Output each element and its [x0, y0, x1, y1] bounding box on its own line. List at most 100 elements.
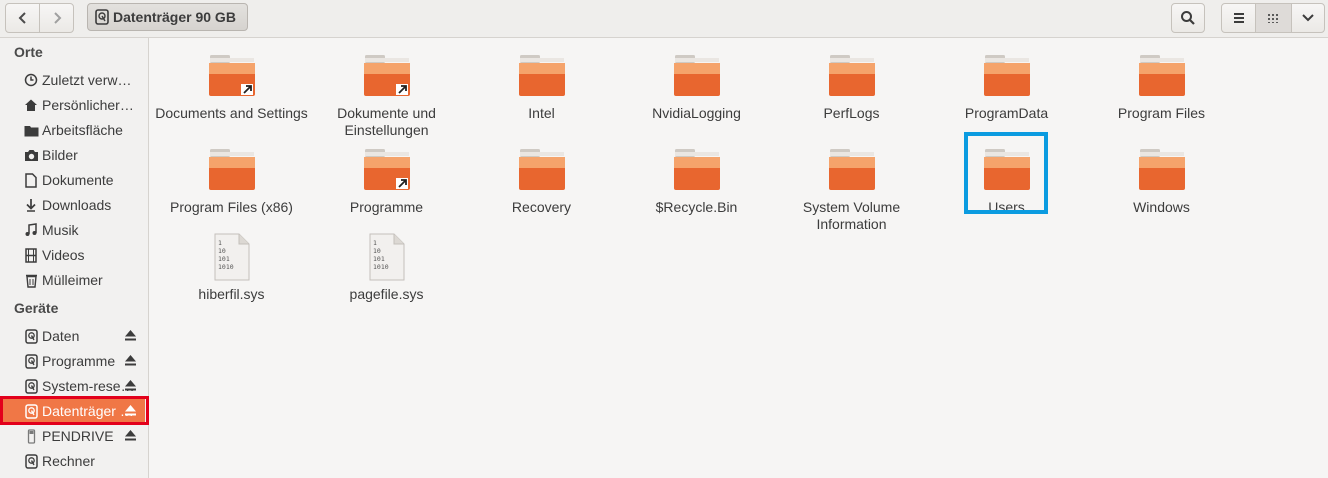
folder-icon — [983, 52, 1031, 100]
usb-icon — [23, 428, 39, 444]
file-item[interactable]: Documents and Settings — [154, 52, 309, 122]
sidebar-device-daten[interactable]: Daten — [3, 324, 145, 348]
chevron-left-icon — [18, 12, 26, 24]
folder-icon — [518, 52, 566, 100]
home-icon — [23, 97, 39, 113]
binary-file-icon: 1 10 101 1010 — [363, 233, 411, 281]
header-bar: Datenträger 90 GB — [0, 0, 1328, 38]
binary-digits-4: 1010 — [218, 263, 234, 271]
search-button[interactable] — [1171, 3, 1205, 33]
binary-digits-3: 101 — [218, 255, 230, 263]
file-item[interactable]: 1 10 101 1010 hiberfil.sys — [154, 233, 309, 303]
file-name: $Recycle.Bin — [655, 199, 738, 215]
file-name: Program Files (x86) — [170, 199, 293, 215]
file-name: Windows — [1133, 199, 1190, 215]
devices-heading: Geräte — [14, 300, 59, 316]
binary-digits-2: 10 — [218, 247, 226, 255]
trash-icon — [23, 272, 39, 288]
forward-button[interactable] — [39, 4, 73, 32]
eject-icon[interactable] — [124, 428, 137, 442]
eject-icon[interactable] — [124, 328, 137, 342]
file-name: NvidiaLogging — [652, 105, 741, 121]
file-name: hiberfil.sys — [198, 286, 265, 302]
file-name: Dokumente und Einstellungen — [337, 105, 436, 138]
view-options-button[interactable] — [1292, 4, 1324, 32]
file-item[interactable]: Intel — [464, 52, 619, 122]
file-item[interactable]: NvidiaLogging — [619, 52, 774, 122]
folder-icon — [673, 146, 721, 194]
file-item[interactable]: Program Files (x86) — [154, 146, 309, 216]
music-icon — [23, 222, 39, 238]
navigation-buttons — [5, 3, 74, 33]
sidebar-item-label: Programme — [42, 353, 116, 369]
view-switcher — [1221, 3, 1325, 33]
chevron-down-icon — [1302, 14, 1314, 22]
document-icon — [23, 172, 39, 188]
drive-icon — [23, 378, 39, 394]
file-name: PerfLogs — [823, 105, 880, 121]
sidebar-device-programme[interactable]: Programme — [3, 349, 145, 373]
sidebar-item-label: Rechner — [42, 453, 95, 469]
grid-view-icon — [1268, 14, 1279, 23]
folder-icon — [518, 146, 566, 194]
file-name: ProgramData — [964, 105, 1049, 121]
sidebar-item-label: Arbeitsfläche — [42, 122, 123, 138]
binary-digits-1: 1 — [373, 239, 377, 247]
sidebar-item-pictures[interactable]: Bilder — [3, 143, 145, 167]
grid-view-button[interactable] — [1256, 4, 1292, 32]
sidebar-device-system-reserved[interactable]: System-reserviert — [3, 374, 145, 398]
file-item[interactable]: 1 10 101 1010 pagefile.sys — [309, 233, 464, 303]
eject-icon[interactable] — [124, 378, 137, 392]
binary-file-icon: 1 10 101 1010 — [208, 233, 256, 281]
places-heading: Orte — [14, 44, 43, 60]
folder-icon — [828, 146, 876, 194]
sidebar-item-downloads[interactable]: Downloads — [3, 193, 145, 217]
folder-icon — [23, 122, 39, 138]
annotation-highlight-box — [964, 132, 1048, 214]
file-view: Documents and Settings Dokumente und Ein… — [149, 38, 1328, 478]
sidebar-item-label: Dokumente — [42, 172, 114, 188]
sidebar-device-computer[interactable]: Rechner — [3, 449, 145, 473]
sidebar-device-pendrive[interactable]: PENDRIVE — [3, 424, 145, 448]
file-item[interactable]: PerfLogs — [774, 52, 929, 122]
drive-icon — [23, 328, 39, 344]
path-bar-button[interactable]: Datenträger 90 GB — [87, 3, 248, 31]
sidebar-item-trash[interactable]: Mülleimer — [3, 268, 145, 292]
file-item[interactable]: Recovery — [464, 146, 619, 216]
annotation-highlight-box — [0, 396, 149, 425]
folder-icon — [208, 146, 256, 194]
file-item[interactable]: ProgramData — [929, 52, 1084, 122]
file-item[interactable]: Windows — [1084, 146, 1239, 216]
drive-icon — [23, 453, 39, 469]
file-item[interactable]: $Recycle.Bin — [619, 146, 774, 216]
file-item[interactable]: Dokumente und Einstellungen — [309, 52, 464, 139]
folder-link-icon — [208, 52, 256, 100]
file-item[interactable]: Programme — [309, 146, 464, 216]
folder-link-icon — [363, 146, 411, 194]
file-name: Program Files — [1117, 105, 1206, 121]
chevron-right-icon — [53, 12, 61, 24]
sidebar-item-label: Downloads — [42, 197, 112, 213]
sidebar-item-label: Bilder — [42, 147, 78, 163]
sidebar-item-music[interactable]: Musik — [3, 218, 145, 242]
sidebar-item-recent[interactable]: Zuletzt verwendet — [3, 68, 145, 92]
camera-icon — [23, 147, 39, 163]
list-view-button[interactable] — [1222, 4, 1257, 32]
back-button[interactable] — [6, 4, 39, 32]
list-view-icon — [1233, 13, 1244, 23]
sidebar-item-documents[interactable]: Dokumente — [3, 168, 145, 192]
sidebar-item-home[interactable]: Persönlicher Ordner — [3, 93, 145, 117]
sidebar-item-videos[interactable]: Videos — [3, 243, 145, 267]
binary-digits-1: 1 — [218, 239, 222, 247]
download-icon — [23, 197, 39, 213]
sidebar-item-desktop[interactable]: Arbeitsfläche — [3, 118, 145, 142]
file-name: Documents and Settings — [155, 105, 308, 121]
binary-digits-2: 10 — [373, 247, 381, 255]
binary-digits-4: 1010 — [373, 263, 389, 271]
sidebar-item-label: Daten — [42, 328, 80, 344]
eject-icon[interactable] — [124, 353, 137, 367]
folder-link-icon — [363, 52, 411, 100]
sidebar-item-label: Musik — [42, 222, 79, 238]
file-item[interactable]: System Volume Information — [774, 146, 929, 233]
file-item[interactable]: Program Files — [1084, 52, 1239, 122]
